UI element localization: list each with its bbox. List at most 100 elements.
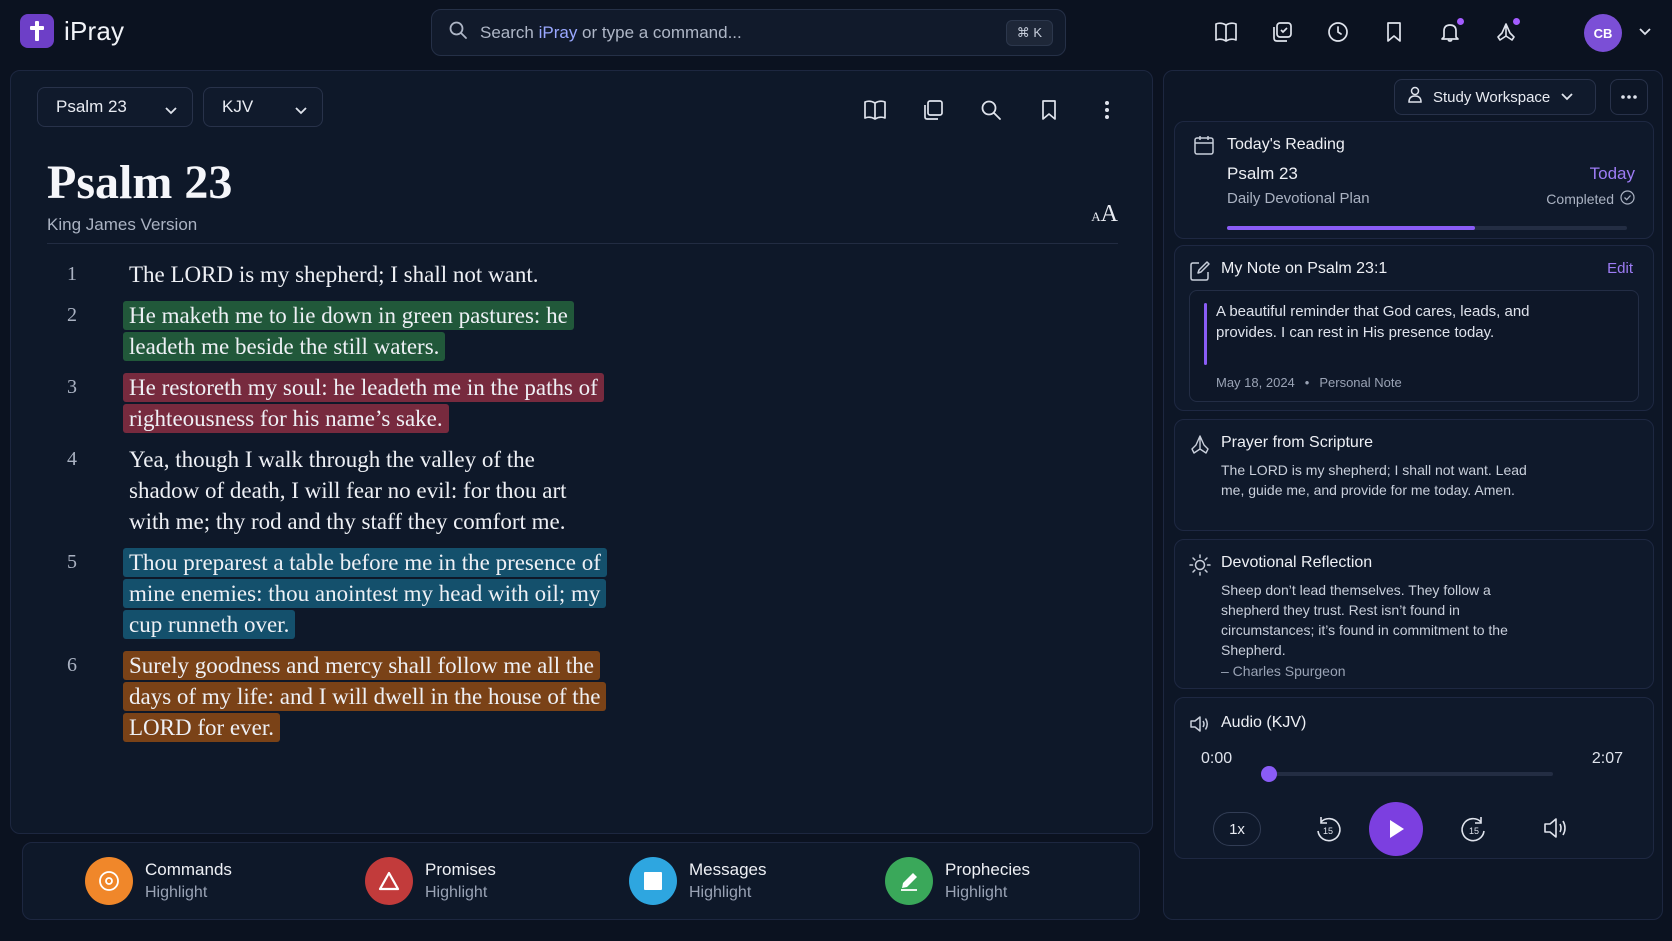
verse-number: 1	[67, 263, 77, 285]
highlight-legend: Commands Highlight Promises Highlight Mess…	[22, 842, 1140, 920]
prayer-text: The LORD is my shepherd; I shall not wan…	[1221, 462, 1527, 498]
forward-15-icon[interactable]: 15	[1459, 815, 1489, 850]
legend-label: Commands	[145, 860, 232, 879]
verse-row[interactable]: 6 Surely goodness and mercy shall follow…	[47, 650, 607, 743]
card-title: Today's Reading	[1227, 136, 1345, 153]
verse-row[interactable]: 1 The LORD is my shepherd; I shall not w…	[47, 259, 607, 290]
plans-icon[interactable]	[1266, 16, 1298, 48]
book-select[interactable]: Psalm 23	[37, 87, 193, 127]
legend-messages[interactable]: Messages Highlight	[629, 857, 766, 905]
chevron-down-icon	[1560, 89, 1574, 106]
square-icon	[629, 857, 677, 905]
speed-button[interactable]: 1x	[1213, 812, 1261, 846]
notification-dot	[1457, 18, 1464, 25]
legend-sub: Highlight	[689, 884, 752, 901]
history-icon[interactable]	[1322, 16, 1354, 48]
workspace-label: Study Workspace	[1433, 88, 1551, 106]
reflection-card[interactable]: Devotional Reflection Sheep don’t lead t…	[1174, 539, 1654, 689]
legend-sub: Highlight	[145, 884, 208, 901]
app-logo[interactable]: iPray	[20, 14, 124, 48]
bookmark-icon[interactable]	[1378, 16, 1410, 48]
version-select[interactable]: KJV	[203, 87, 323, 127]
seek-thumb[interactable]	[1261, 766, 1277, 782]
svg-text:15: 15	[1323, 826, 1333, 836]
more-vertical-icon[interactable]	[1092, 95, 1122, 125]
user-icon	[1407, 86, 1423, 108]
legend-commands[interactable]: Commands Highlight	[85, 857, 232, 905]
prayer-card[interactable]: Prayer from Scripture The LORD is my she…	[1174, 419, 1654, 531]
warning-triangle-icon	[365, 857, 413, 905]
verse-number: 6	[67, 654, 77, 676]
edit-link[interactable]: Edit	[1607, 260, 1633, 277]
verse-number: 3	[67, 376, 77, 398]
divider	[47, 243, 1118, 244]
font-size-button[interactable]: AA	[1091, 201, 1118, 228]
legend-label: Prophecies	[945, 860, 1031, 879]
cross-icon	[20, 14, 54, 48]
speaker-icon	[1189, 714, 1211, 739]
workspace-select[interactable]: Study Workspace	[1394, 79, 1596, 115]
reading-status: Completed	[1546, 190, 1635, 208]
verse-text: Surely goodness and mercy shall follow m…	[123, 651, 607, 742]
verse-number: 4	[67, 448, 77, 470]
verse-text: Yea, though I walk through the valley of…	[129, 447, 567, 534]
more-horizontal-icon[interactable]	[1610, 79, 1648, 115]
search-placeholder: Search iPray or type a command...	[480, 22, 742, 42]
search-icon[interactable]	[976, 95, 1006, 125]
bible-icon[interactable]	[1210, 16, 1242, 48]
parallel-read-icon[interactable]	[860, 95, 890, 125]
legend-label: Promises	[425, 860, 496, 879]
legend-promises[interactable]: Promises Highlight	[365, 857, 496, 905]
reading-date: Today	[1589, 164, 1635, 183]
prayer-dot	[1513, 18, 1520, 25]
compass-icon	[85, 857, 133, 905]
note-text: A beautiful reminder that God cares, lea…	[1216, 303, 1530, 341]
prayer-hands-icon[interactable]	[1490, 16, 1522, 48]
verse-row[interactable]: 3 He restoreth my soul: he leadeth me in…	[47, 372, 607, 434]
version-subtitle: King James Version	[47, 215, 198, 234]
verse-row[interactable]: 5 Thou preparest a table before me in th…	[47, 547, 607, 640]
audio-card: Audio (KJV) 0:00 2:07 1x 15 15	[1174, 697, 1654, 859]
check-circle-icon	[1620, 190, 1635, 208]
todays-reading-card[interactable]: Today's Reading Psalm 23 Today Daily Dev…	[1174, 121, 1654, 239]
study-sidebar: Study Workspace Today's Reading Psalm 23…	[1163, 70, 1663, 920]
shortcut-badge: ⌘ K	[1005, 20, 1053, 46]
audio-total-time: 2:07	[1591, 750, 1623, 767]
audio-current-time: 0:00	[1201, 750, 1233, 767]
legend-prophecies[interactable]: Prophecies Highlight	[885, 857, 1030, 905]
version-select-value: KJV	[222, 97, 254, 116]
volume-icon[interactable]	[1543, 816, 1571, 845]
audio-seek-bar[interactable]	[1261, 766, 1553, 782]
chapter-title: Psalm 23	[47, 156, 233, 209]
svg-text:15: 15	[1469, 826, 1479, 836]
verse-row[interactable]: 2 He maketh me to lie down in green past…	[47, 300, 607, 362]
card-title: Devotional Reflection	[1221, 554, 1373, 571]
note-card[interactable]: My Note on Psalm 23:1 Edit A beautiful r…	[1174, 245, 1654, 411]
chevron-down-icon[interactable]	[1638, 24, 1652, 42]
avatar[interactable]: CB	[1584, 14, 1622, 52]
chevron-down-icon	[294, 101, 308, 121]
verse-row[interactable]: 4 Yea, though I walk through the valley …	[47, 444, 607, 537]
notification-bell-icon[interactable]	[1434, 16, 1466, 48]
pen-icon	[885, 857, 933, 905]
book-select-value: Psalm 23	[56, 97, 127, 116]
play-button[interactable]	[1369, 802, 1423, 856]
reading-progress	[1227, 226, 1627, 230]
verse-number: 5	[67, 551, 77, 573]
prayer-hands-icon	[1189, 434, 1211, 461]
search-icon	[448, 20, 468, 45]
verse-list: 1 The LORD is my shepherd; I shall not w…	[47, 259, 607, 753]
bookmark-icon[interactable]	[1034, 95, 1064, 125]
search-input[interactable]: Search iPray or type a command... ⌘ K	[431, 9, 1066, 56]
top-bar: iPray Search iPray or type a command... …	[0, 0, 1672, 66]
copy-icon[interactable]	[918, 95, 948, 125]
reflection-text: Sheep don’t lead themselves. They follow…	[1221, 582, 1508, 658]
legend-sub: Highlight	[945, 884, 1008, 901]
verse-text: He maketh me to lie down in green pastur…	[123, 301, 574, 361]
rewind-15-icon[interactable]: 15	[1313, 815, 1343, 850]
chevron-down-icon	[164, 101, 178, 121]
verse-number: 2	[67, 304, 77, 326]
edit-note-icon	[1189, 260, 1211, 287]
legend-sub: Highlight	[425, 884, 488, 901]
note-meta: May 18, 2024 • Personal Note	[1216, 375, 1402, 390]
